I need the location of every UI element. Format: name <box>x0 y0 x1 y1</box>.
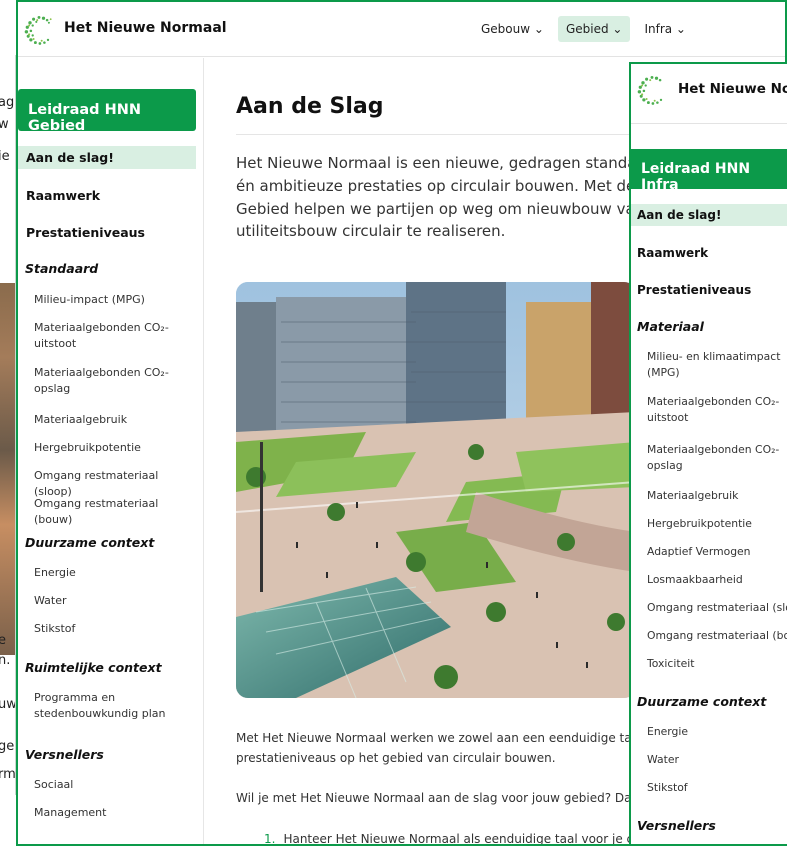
infra-heading-versnellers: Versnellers <box>637 818 716 833</box>
infra-heading-duurzame-context: Duurzame context <box>637 694 767 709</box>
brand-logo-icon[interactable] <box>20 12 58 48</box>
infra-subitem[interactable]: Hergebruikpotentie <box>647 516 787 532</box>
sidebar-item-raamwerk[interactable]: Raamwerk <box>18 184 196 207</box>
infra-navbar: Het Nieuwe Norr <box>631 64 787 124</box>
city-square-image <box>236 282 636 698</box>
sidebar-item-prestatieniveaus[interactable]: Prestatieniveaus <box>18 221 196 244</box>
divider <box>236 134 636 135</box>
bg-fragment: ag <box>0 95 15 110</box>
infra-heading-materiaal: Materiaal <box>637 319 704 334</box>
bg-fragment: w <box>0 117 9 132</box>
infra-subitem[interactable]: Omgang restmateriaal (sloo <box>647 600 787 616</box>
sidebar-subitem[interactable]: Materiaalgebonden CO₂-opslag <box>34 365 199 397</box>
infra-sidebar-title[interactable]: Leidraad HNN Infra <box>631 149 787 193</box>
infra-item-prestatieniveaus[interactable]: Prestatieniveaus <box>631 279 787 301</box>
bg-fragment: e <box>0 633 6 648</box>
infra-subitem[interactable]: Materiaalgebonden CO₂-opslag <box>647 442 787 474</box>
sidebar-subitem[interactable]: Milieu-impact (MPG) <box>34 292 199 308</box>
nav-gebouw[interactable]: Gebouw ⌄ <box>473 16 552 42</box>
page-title: Aan de Slag <box>236 94 384 119</box>
bg-fragment: ge <box>0 739 15 754</box>
sidebar: Leidraad HNN Gebied Aan de slag! Raamwer… <box>18 58 204 844</box>
sidebar-title[interactable]: Leidraad HNN Gebied <box>18 89 196 134</box>
sidebar-subitem[interactable]: Energie <box>34 565 199 581</box>
sidebar-subitem[interactable]: Omgang restmateriaal (bouw) <box>34 496 199 528</box>
infra-subitem[interactable]: Losmaakbaarheid <box>647 572 787 588</box>
infra-subitem[interactable]: Materiaalgebruik <box>647 488 787 504</box>
sidebar-subitem[interactable]: Materiaalgebruik <box>34 412 199 428</box>
bg-fragment: n. <box>0 653 11 668</box>
sidebar-subitem[interactable]: Hergebruikpotentie <box>34 440 199 456</box>
sidebar-subitem[interactable]: Sociaal <box>34 777 199 793</box>
sidebar-subitem[interactable]: Materiaalgebonden CO₂-uitstoot <box>34 320 199 352</box>
hero-photo <box>236 282 636 698</box>
sidebar-heading-standaard: Standaard <box>25 261 99 276</box>
sidebar-heading-versnellers: Versnellers <box>25 747 104 762</box>
bg-fragment: uw <box>0 697 16 712</box>
sidebar-heading-duurzame-context: Duurzame context <box>25 535 155 550</box>
bg-photo <box>0 283 15 655</box>
list-item: 1. Hanteer Het Nieuwe Normaal als eenduid… <box>264 832 648 846</box>
list-number: 1. <box>264 832 276 846</box>
infra-subitem[interactable]: Adaptief Vermogen <box>647 544 787 560</box>
top-navbar: Het Nieuwe Normaal Gebouw ⌄ Gebied ⌄ Inf… <box>18 2 785 57</box>
infra-window: Het Nieuwe Norr Leidraad HNN Infra Aan d… <box>629 62 787 846</box>
bg-fragment: ie <box>0 149 10 164</box>
infra-subitem[interactable]: Water <box>647 752 787 768</box>
brand-name[interactable]: Het Nieuwe Normaal <box>64 20 227 36</box>
list-text: Hanteer Het Nieuwe Normaal als eenduidig… <box>283 832 648 846</box>
nav-infra[interactable]: Infra ⌄ <box>636 16 694 42</box>
infra-subitem[interactable]: Energie <box>647 724 787 740</box>
sidebar-subitem[interactable]: Water <box>34 593 199 609</box>
infra-subitem[interactable]: Toxiciteit <box>647 656 787 672</box>
sidebar-heading-ruimtelijke-context: Ruimtelijke context <box>25 660 162 675</box>
brand-logo-icon[interactable] <box>633 72 671 108</box>
infra-subitem[interactable]: Stikstof <box>647 780 787 796</box>
infra-subitem[interactable]: Materiaalgebonden CO₂-uitstoot <box>647 394 787 426</box>
sidebar-subitem[interactable]: Management <box>34 805 199 821</box>
bg-fragment: rm <box>0 767 16 782</box>
infra-subitem[interactable]: Omgang restmateriaal (bou <box>647 628 787 644</box>
sidebar-subitem[interactable]: Stikstof <box>34 621 199 637</box>
sidebar-item-aan-de-slag[interactable]: Aan de slag! <box>18 146 196 169</box>
background-window: ag w ie e n. uw ge rm <box>0 55 16 795</box>
main-nav: Gebouw ⌄ Gebied ⌄ Infra ⌄ <box>473 16 694 42</box>
infra-item-aan-de-slag[interactable]: Aan de slag! <box>631 204 787 226</box>
infra-item-raamwerk[interactable]: Raamwerk <box>631 242 787 264</box>
infra-subitem[interactable]: Milieu- en klimaatimpact (MPG) <box>647 349 787 381</box>
sidebar-subitem[interactable]: Programma en stedenbouwkundig plan <box>34 690 199 722</box>
screen: ag w ie e n. uw ge rm <box>0 0 787 846</box>
infra-brand-name[interactable]: Het Nieuwe Norr <box>678 81 787 97</box>
nav-gebied[interactable]: Gebied ⌄ <box>557 16 631 42</box>
